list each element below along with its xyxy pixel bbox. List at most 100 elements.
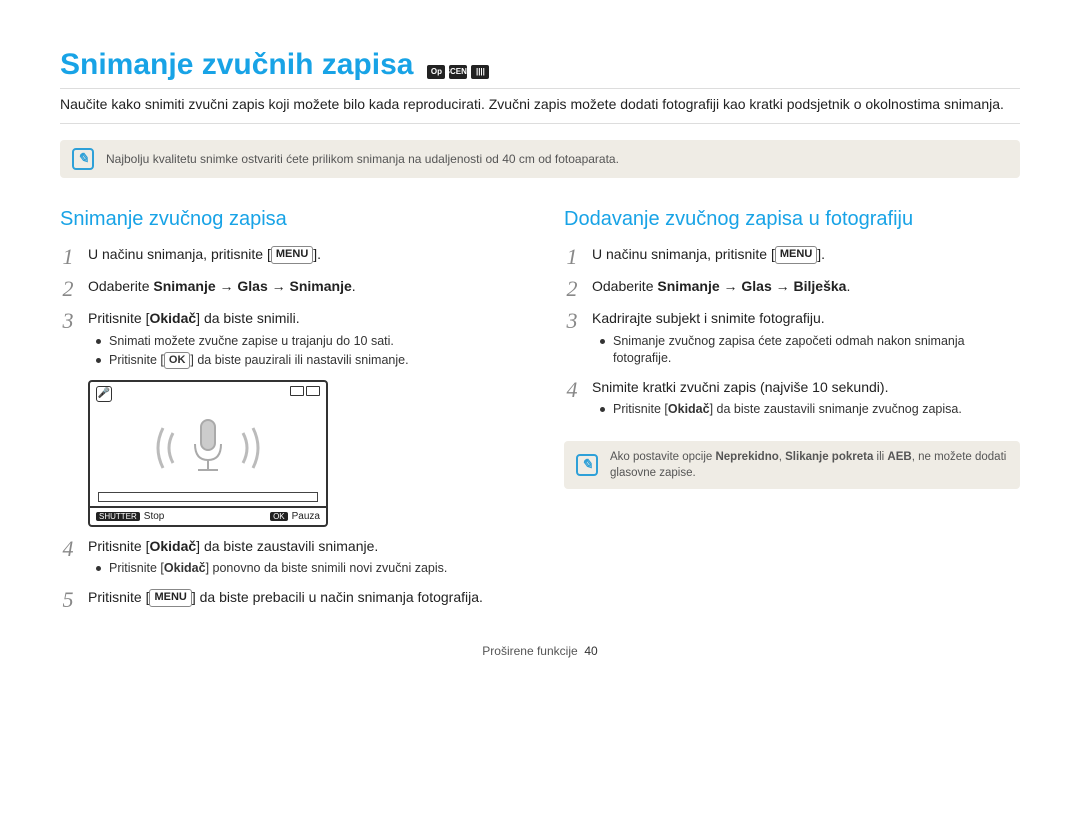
step-number: 5 xyxy=(60,588,76,612)
step-number: 2 xyxy=(564,277,580,301)
ok-button-label: OK xyxy=(164,352,191,369)
step-number: 1 xyxy=(564,245,580,269)
text: Odaberite xyxy=(592,278,657,294)
text: Pritisnite [Okidač] da biste zaustavili … xyxy=(613,401,962,419)
note-icon: ✎ xyxy=(72,148,94,170)
right-step-2: 2 Odaberite Snimanje → Glas → Bilješka. xyxy=(564,277,1020,301)
left-step-4: 4 Pritisnite [Okidač] da biste zaustavil… xyxy=(60,537,516,580)
bullets: Snimati možete zvučne zapise u trajanju … xyxy=(88,333,516,370)
text-bold: Okidač xyxy=(149,310,196,326)
screen-topbar: 🎤 xyxy=(90,382,326,402)
step-number: 2 xyxy=(60,277,76,301)
step-body: Snimite kratki zvučni zapis (najviše 10 … xyxy=(592,378,1020,421)
page-number: 40 xyxy=(584,644,597,658)
stop-label: Stop xyxy=(144,511,165,522)
step-body: U načinu snimanja, pritisnite [MENU]. xyxy=(88,245,516,269)
footer: Proširene funkcije 40 xyxy=(60,644,1020,658)
battery-icon xyxy=(290,386,320,402)
text: U načinu snimanja, pritisnite [ xyxy=(592,246,775,262)
step-body: Pritisnite [Okidač] da biste snimili. Sn… xyxy=(88,309,516,372)
left-step-2: 2 Odaberite Snimanje → Glas → Snimanje. xyxy=(60,277,516,301)
tip-text: Najbolju kvalitetu snimke ostvariti ćete… xyxy=(106,152,619,166)
columns: Snimanje zvučnog zapisa 1 U načinu snima… xyxy=(60,208,1020,620)
warning-box: ✎ Ako postavite opcije Neprekidno, Slika… xyxy=(564,441,1020,489)
text-bold: Snimanje → Glas → Snimanje xyxy=(153,278,351,294)
note-icon: ✎ xyxy=(576,454,598,476)
text: Pritisnite [Okidač] ponovno da biste sni… xyxy=(109,560,447,578)
page: Snimanje zvučnih zapisa Op SCENE |||| Na… xyxy=(0,0,1080,658)
progress-row: 00:00:01 xyxy=(90,492,326,506)
bullet: Pritisnite [Okidač] da biste zaustavili … xyxy=(600,401,1020,419)
left-step-3: 3 Pritisnite [Okidač] da biste snimili. … xyxy=(60,309,516,372)
footer-section: Proširene funkcije xyxy=(482,644,577,658)
left-heading: Snimanje zvučnog zapisa xyxy=(60,208,516,231)
microphone-icon xyxy=(123,408,293,488)
text: Pritisnite [OK] da biste pauzirali ili n… xyxy=(109,352,409,370)
step-number: 4 xyxy=(60,537,76,580)
text: ]. xyxy=(313,246,321,262)
bullet: Snimati možete zvučne zapise u trajanju … xyxy=(96,333,516,351)
mode-icon-p: Op xyxy=(427,65,445,79)
page-title: Snimanje zvučnih zapisa xyxy=(60,48,413,82)
text: Snimanje zvučnog zapisa ćete započeti od… xyxy=(613,333,1020,368)
text: ] da biste prebacili u način snimanja fo… xyxy=(192,589,483,605)
text-bold: Okidač xyxy=(149,538,196,554)
right-step-3: 3 Kadrirajte subjekt i snimite fotografi… xyxy=(564,309,1020,370)
mode-icon-scene: SCENE xyxy=(449,65,467,79)
text: U načinu snimanja, pritisnite [ xyxy=(88,246,271,262)
step-number: 3 xyxy=(60,309,76,372)
pause-label: Pauza xyxy=(292,511,320,522)
text: Kadrirajte subjekt i snimite fotografiju… xyxy=(592,310,825,326)
screen-illustration: 🎤 xyxy=(88,380,328,527)
text: Pritisnite [ xyxy=(88,589,149,605)
mode-icons: Op SCENE |||| xyxy=(427,65,489,79)
menu-button-label: MENU xyxy=(775,246,817,263)
text-bold: Snimanje → Glas → Bilješka xyxy=(657,278,846,294)
screen-bottombar: SHUTTER Stop OK Pauza xyxy=(90,506,326,525)
right-step-1: 1 U načinu snimanja, pritisnite [MENU]. xyxy=(564,245,1020,269)
text: Pritisnite [ xyxy=(88,538,149,554)
text: . xyxy=(352,278,356,294)
text: ]. xyxy=(817,246,825,262)
step-body: Pritisnite [MENU] da biste prebacili u n… xyxy=(88,588,516,612)
text: ] da biste zaustavili snimanje. xyxy=(196,538,378,554)
bullet: Pritisnite [Okidač] ponovno da biste sni… xyxy=(96,560,516,578)
mic-area xyxy=(90,402,326,492)
text: Odaberite xyxy=(88,278,153,294)
warning-text: Ako postavite opcije Neprekidno, Slikanj… xyxy=(610,449,1008,481)
step-number: 1 xyxy=(60,245,76,269)
text: . xyxy=(846,278,850,294)
left-step-5: 5 Pritisnite [MENU] da biste prebacili u… xyxy=(60,588,516,612)
bullets: Snimanje zvučnog zapisa ćete započeti od… xyxy=(592,333,1020,368)
bullets: Pritisnite [Okidač] da biste zaustavili … xyxy=(592,401,1020,419)
step-body: Pritisnite [Okidač] da biste zaustavili … xyxy=(88,537,516,580)
text: Snimite kratki zvučni zapis (najviše 10 … xyxy=(592,379,888,395)
text: ] da biste snimili. xyxy=(196,310,299,326)
shutter-label: SHUTTER xyxy=(96,512,140,521)
step-body: Odaberite Snimanje → Glas → Snimanje. xyxy=(88,277,516,301)
right-column: Dodavanje zvučnog zapisa u fotografiju 1… xyxy=(564,208,1020,620)
text: Pritisnite [ xyxy=(88,310,149,326)
left-step-1: 1 U načinu snimanja, pritisnite [MENU]. xyxy=(60,245,516,269)
bullets: Pritisnite [Okidač] ponovno da biste sni… xyxy=(88,560,516,578)
step-body: U načinu snimanja, pritisnite [MENU]. xyxy=(592,245,1020,269)
mic-mode-icon: 🎤 xyxy=(96,386,112,402)
step-body: Kadrirajte subjekt i snimite fotografiju… xyxy=(592,309,1020,370)
bullet: Pritisnite [OK] da biste pauzirali ili n… xyxy=(96,352,516,370)
shutter-stop: SHUTTER Stop xyxy=(90,508,170,525)
step-body: Odaberite Snimanje → Glas → Bilješka. xyxy=(592,277,1020,301)
text: Snimati možete zvučne zapise u trajanju … xyxy=(109,333,394,351)
menu-button-label: MENU xyxy=(271,246,313,263)
left-column: Snimanje zvučnog zapisa 1 U načinu snima… xyxy=(60,208,516,620)
ok-label: OK xyxy=(270,512,288,521)
tip-box: ✎ Najbolju kvalitetu snimke ostvariti će… xyxy=(60,140,1020,178)
step-number: 4 xyxy=(564,378,580,421)
bullet: Snimanje zvučnog zapisa ćete započeti od… xyxy=(600,333,1020,368)
menu-button-label: MENU xyxy=(149,589,191,606)
right-step-4: 4 Snimite kratki zvučni zapis (najviše 1… xyxy=(564,378,1020,421)
ok-pause: OK Pauza xyxy=(264,508,326,525)
intro-text: Naučite kako snimiti zvučni zapis koji m… xyxy=(60,88,1020,124)
step-number: 3 xyxy=(564,309,580,370)
mode-icon-dis: |||| xyxy=(471,65,489,79)
title-row: Snimanje zvučnih zapisa Op SCENE |||| xyxy=(60,48,1020,82)
